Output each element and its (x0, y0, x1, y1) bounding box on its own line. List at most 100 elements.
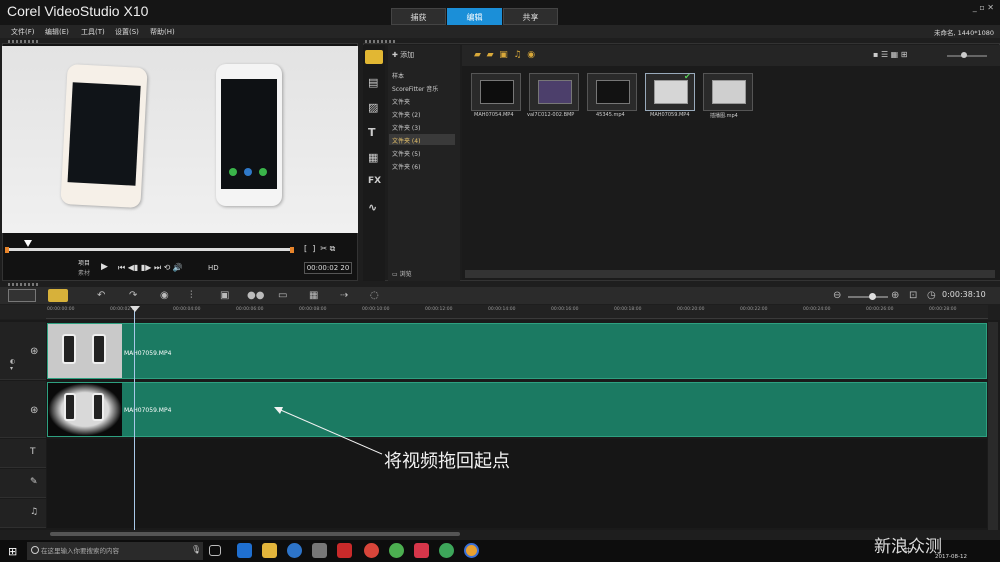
app-title: Corel VideoStudio X10 (7, 3, 149, 19)
task-view-icon[interactable] (209, 545, 221, 556)
track-manager[interactable] (0, 305, 46, 319)
title-icon[interactable]: T (368, 126, 376, 139)
zoom-in-icon[interactable]: ⊕ (891, 290, 899, 301)
library-thumbnail[interactable] (703, 73, 753, 111)
trim-out-handle[interactable] (290, 247, 294, 253)
tab-edit[interactable]: 编辑 (447, 8, 502, 25)
edge-icon[interactable] (237, 543, 252, 558)
panel-grip[interactable] (8, 283, 38, 286)
video-track-header[interactable]: ⊛ ◐ ▾ (0, 322, 46, 380)
scrub-handle[interactable] (24, 240, 32, 247)
zoom-slider[interactable] (848, 296, 888, 298)
playhead[interactable] (134, 310, 135, 530)
split-screen-icon[interactable]: ⇢ (340, 290, 348, 301)
app-icon[interactable] (439, 543, 454, 558)
chrome-icon[interactable] (389, 543, 404, 558)
scrub-bar[interactable] (6, 248, 294, 251)
timeline-view-icon[interactable] (48, 289, 68, 302)
app-icon[interactable] (337, 543, 352, 558)
film-icon: ⊛ (30, 405, 39, 416)
taskbar-search[interactable]: 在这里输入你要搜索的内容 (27, 542, 203, 560)
fit-project-icon[interactable]: ⊡ (909, 290, 917, 301)
microphone-icon[interactable]: 🎙 (191, 545, 201, 554)
thumbnail-size-slider[interactable] (947, 55, 987, 57)
music-track-header[interactable]: ♫ (0, 499, 46, 528)
folder-item-selected[interactable]: 文件夹 (4) (392, 136, 420, 145)
play-button[interactable]: ▶ (101, 262, 108, 272)
folder-item[interactable]: 文件夹 (2) (392, 110, 420, 119)
film-icon: ⊛ (30, 346, 39, 357)
storyboard-view-icon[interactable] (8, 289, 36, 302)
app-icon[interactable] (312, 543, 327, 558)
hd-toggle[interactable]: HD (208, 264, 219, 272)
music-note-icon: ♫ (30, 507, 39, 517)
app-icon[interactable] (364, 543, 379, 558)
mark-in-out-buttons[interactable]: [ ] ✂ ⧉ (304, 244, 335, 254)
sound-mixer-icon[interactable]: ⫶ (190, 290, 193, 301)
folder-item[interactable]: ScoreFitter 音乐 (392, 84, 438, 93)
instant-project-icon[interactable]: ▤ (368, 76, 378, 89)
library-toolbar (462, 45, 1000, 66)
empty-tracks-area[interactable] (47, 439, 987, 528)
menu-edit[interactable]: 编辑(E) (45, 27, 69, 37)
app-icon[interactable] (287, 543, 302, 558)
mode-clip[interactable]: 素材 (78, 268, 90, 277)
library-thumbnail[interactable] (529, 73, 579, 111)
check-icon: ✔ (684, 72, 691, 81)
graphic-icon[interactable]: ▦ (368, 151, 378, 164)
library-filter-icons[interactable]: ▰ ▰ ▣ ♫ ◉ (474, 50, 535, 60)
transport-controls[interactable]: ⏮ ◀▮ ▮▶ ⏭ ⟲ 🔊 (118, 263, 183, 273)
browse-button[interactable]: ▭ 浏览 (392, 269, 412, 278)
app-icon[interactable] (414, 543, 429, 558)
window-controls[interactable]: _ ▫ ✕ (973, 3, 994, 12)
overlay-track-header[interactable]: ⊛ (0, 381, 46, 438)
playhead-handle[interactable] (130, 306, 140, 312)
title-track-header[interactable]: T (0, 439, 46, 468)
path-icon[interactable]: ∿ (368, 201, 377, 214)
library-scrollbar[interactable] (465, 270, 995, 278)
transition-icon[interactable]: ▨ (368, 101, 378, 114)
menu-settings[interactable]: 设置(S) (115, 27, 139, 37)
menu-file[interactable]: 文件(F) (11, 27, 35, 37)
multi-trim-icon[interactable]: ▦ (309, 290, 318, 301)
filter-fx-icon[interactable]: FX (368, 176, 381, 186)
file-explorer-icon[interactable] (262, 543, 277, 558)
redo-icon[interactable]: ↷ (129, 290, 137, 301)
thumbnail-label: 45345.mp4 (596, 112, 625, 118)
undo-icon[interactable]: ↶ (97, 290, 105, 301)
overlay-clip[interactable]: MAH07059.MP4 (47, 382, 987, 437)
folder-item[interactable]: 文件夹 (5) (392, 149, 420, 158)
menu-help[interactable]: 帮助(H) (150, 27, 175, 37)
voice-track-header[interactable]: ✎ (0, 469, 46, 498)
timeline-horizontal-scrollbar[interactable] (50, 532, 460, 536)
subtitle-editor-icon[interactable]: ▭ (278, 290, 287, 301)
timeline-vertical-scrollbar[interactable] (988, 322, 998, 530)
mode-project[interactable]: 项目 (78, 258, 90, 267)
time-remapping-icon[interactable]: ◌ (370, 290, 379, 301)
library-thumbnail[interactable] (471, 73, 521, 111)
auto-music-icon[interactable]: ▣ (220, 290, 229, 301)
view-mode-icons[interactable]: ▪ ☰ ▦ ⊞ (873, 50, 907, 59)
add-folder-button[interactable]: ✚ 添加 (392, 50, 414, 60)
track-toggle-icon[interactable]: ◐ ▾ (10, 358, 15, 372)
zoom-out-icon[interactable]: ⊖ (833, 290, 841, 301)
timeline-timecode[interactable]: 0:00:38:10 (942, 290, 986, 299)
media-category-icon[interactable] (365, 50, 383, 64)
video-clip[interactable]: MAH07059.MP4 (47, 323, 987, 379)
ruler-tick-label: 00:00:18:00 (614, 307, 642, 312)
folder-item[interactable]: 文件夹 (392, 97, 410, 106)
videostudio-taskbar-icon[interactable] (464, 543, 479, 558)
library-thumbnail[interactable] (587, 73, 637, 111)
folder-item[interactable]: 样本 (392, 71, 404, 80)
taskbar-date: 2017-08-12 (935, 554, 967, 560)
record-capture-icon[interactable]: ◉ (160, 290, 169, 301)
windows-start-icon[interactable]: ⊞ (8, 545, 17, 558)
trim-in-handle[interactable] (5, 247, 9, 253)
folder-item[interactable]: 文件夹 (6) (392, 162, 420, 171)
menu-tools[interactable]: 工具(T) (81, 27, 105, 37)
timecode-display[interactable]: 00:00:02 20 (304, 262, 352, 274)
folder-item[interactable]: 文件夹 (3) (392, 123, 420, 132)
tab-share[interactable]: 共享 (503, 8, 558, 25)
tab-capture[interactable]: 捕获 (391, 8, 446, 25)
motion-tracking-icon[interactable]: ●● (247, 290, 264, 301)
